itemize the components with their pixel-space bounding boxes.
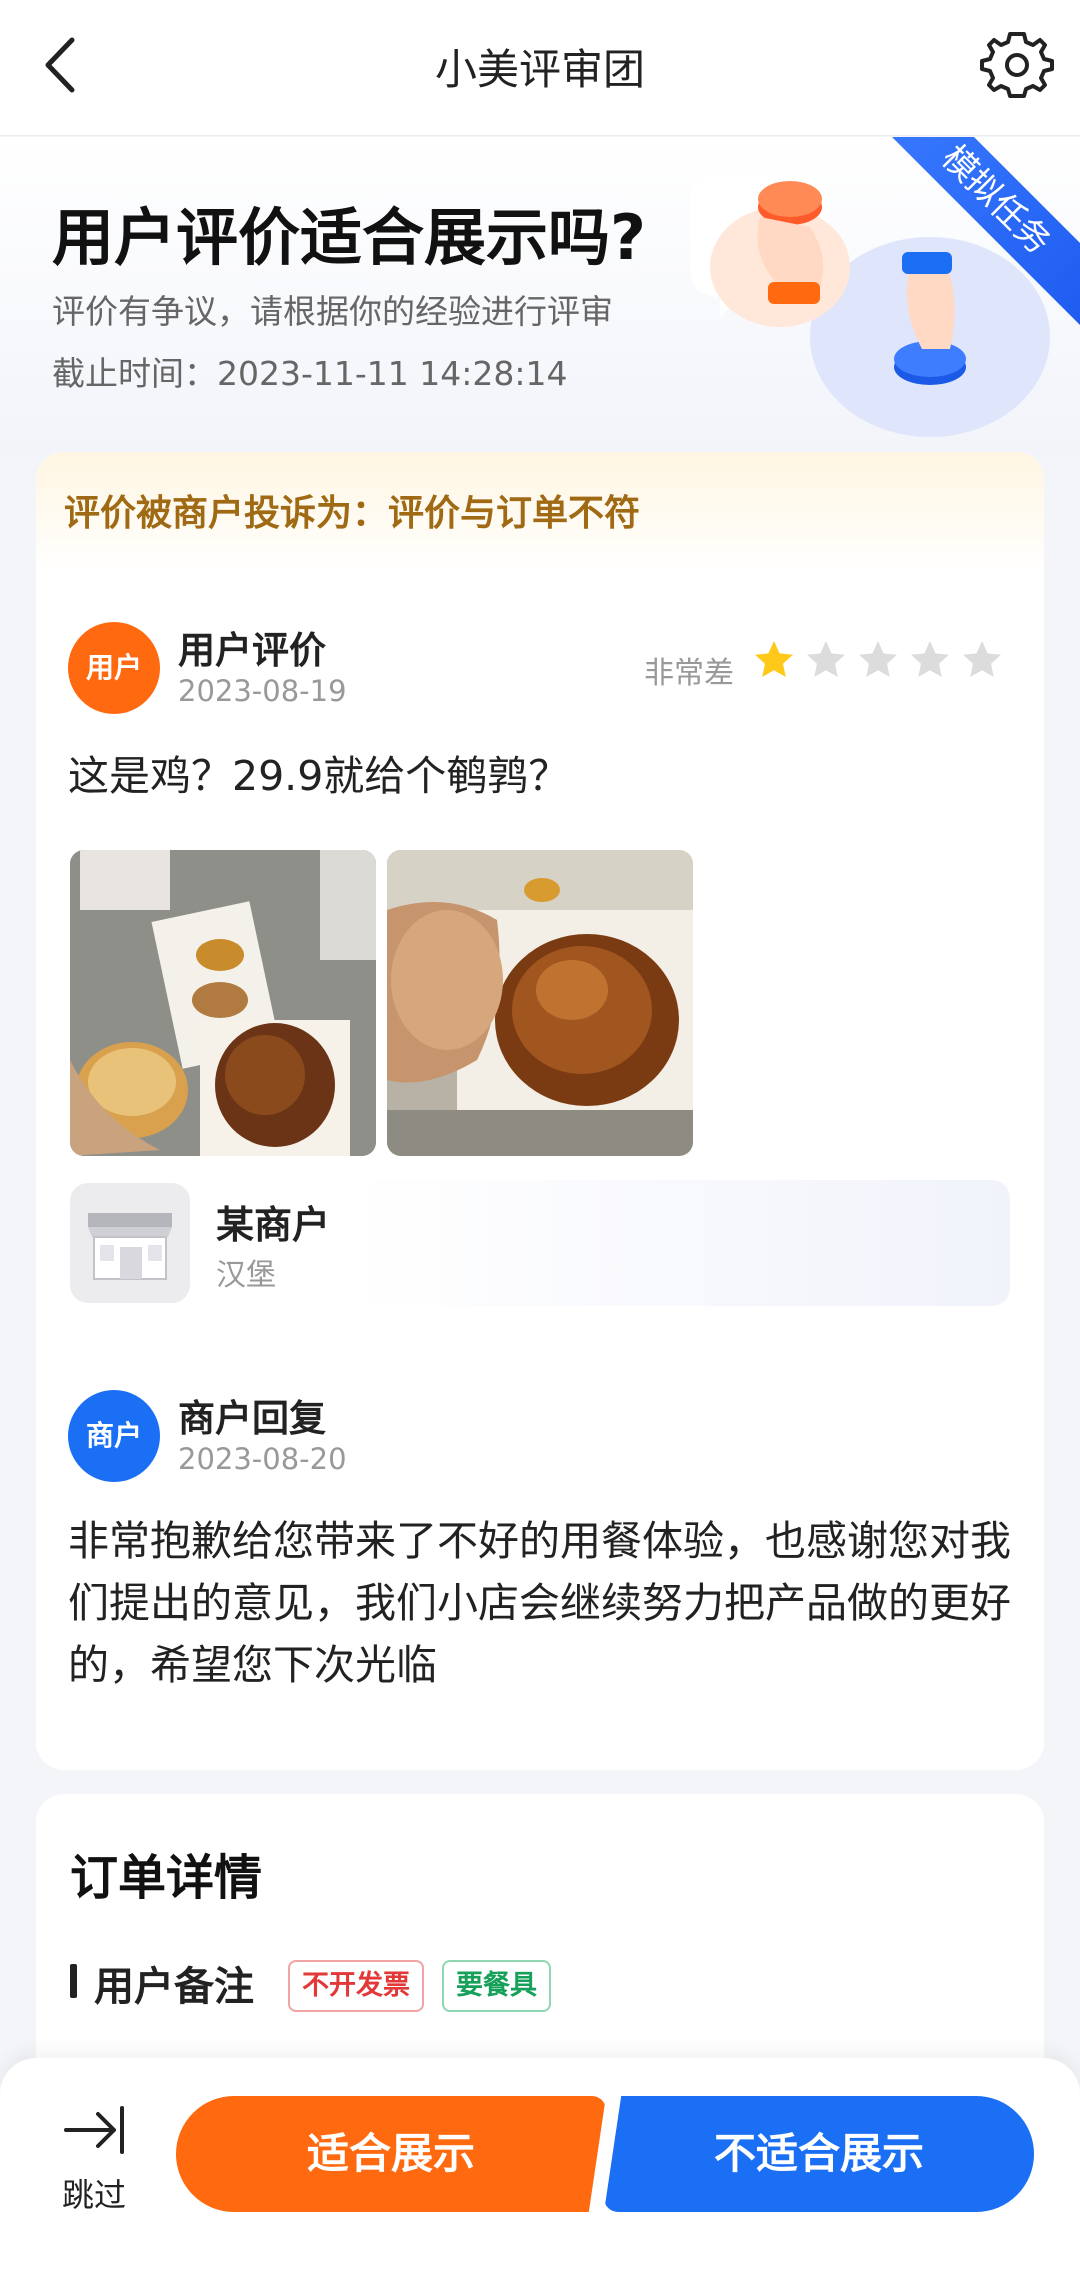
merchant-name: 某商户 [216,1203,331,1247]
star-rating [752,638,1004,682]
order-title: 订单详情 [70,1850,263,1906]
skip-icon[interactable] [62,2100,132,2160]
review-card: 评价被商户投诉为：评价与订单不符 用户 用户评价 2023-08-19 非常差 … [36,452,1044,1770]
reply-author: 商户回复 [178,1397,326,1440]
hero-banner: 用户评价适合展示吗? 评价有争议，请根据你的经验进行评审 截止时间：2023-1… [0,137,1080,457]
storefront-icon [70,1183,190,1303]
deadline-text: 截止时间：2023-11-11 14:28:14 [52,354,568,393]
tag-need-utensils: 要餐具 [442,1960,551,2012]
merchant-avatar: 商户 [68,1390,160,1482]
review-photo[interactable] [387,850,693,1156]
reply-text: 非常抱歉给您带来了不好的用餐体验，也感谢您对我们提出的意见，我们小店会继续努力把… [68,1517,1011,1689]
star-empty-icon [963,641,1001,677]
reply-date: 2023-08-20 [178,1442,347,1476]
star-empty-icon [859,641,897,677]
review-text: 这是鸡？29.9就给个鹌鹑？ [68,752,570,800]
star-empty-icon [911,641,949,677]
page-title: 小美评审团 [434,45,645,94]
top-nav-bar: 小美评审团 [0,0,1080,136]
skip-button[interactable]: 跳过 [62,2170,126,2216]
star-empty-icon [807,641,845,677]
review-photo[interactable] [70,850,376,1156]
tag-no-invoice: 不开发票 [288,1960,424,2012]
user-avatar: 用户 [68,622,160,714]
section-marker [70,1964,77,1998]
complaint-banner: 评价被商户投诉为：评价与订单不符 [36,452,1044,572]
suitable-button[interactable]: 适合展示 [176,2096,606,2212]
merchant-category: 汉堡 [216,1258,276,1293]
unsuitable-button[interactable]: 不适合展示 [604,2096,1034,2212]
merchant-info[interactable]: 某商户 汉堡 [70,1180,1010,1306]
remark-label: 用户备注 [94,1964,254,2010]
hero-subtitle: 评价有争议，请根据你的经验进行评审 [52,292,613,331]
hero-title: 用户评价适合展示吗? [52,201,646,274]
review-author: 用户评价 [178,629,326,672]
review-date: 2023-08-19 [178,674,347,708]
star-filled-icon [755,641,793,677]
gear-icon[interactable] [980,28,1054,102]
action-bar: 跳过 适合展示 不适合展示 [0,2058,1080,2279]
rating-label: 非常差 [644,656,734,691]
